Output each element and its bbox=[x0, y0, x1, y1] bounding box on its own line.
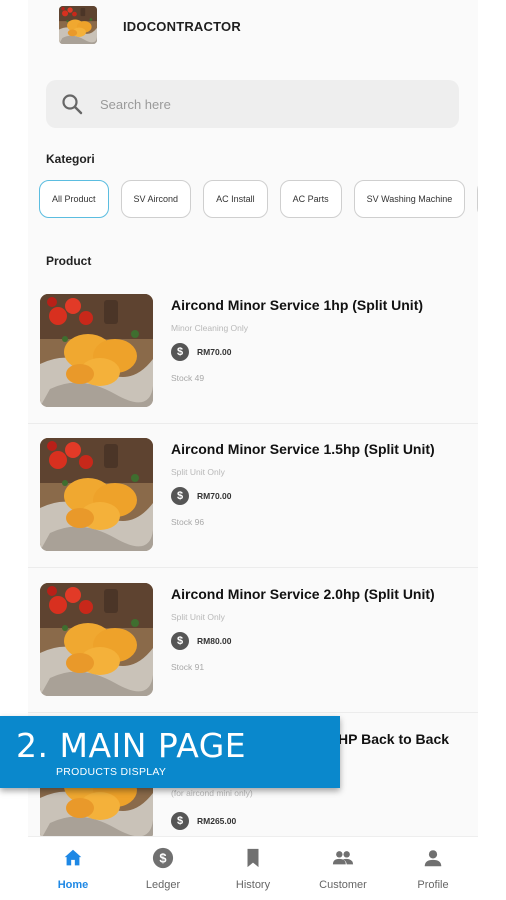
search-input[interactable] bbox=[100, 80, 440, 128]
svg-text:$: $ bbox=[159, 851, 166, 866]
category-chip-sv-washing-machine[interactable]: SV Washing Machine bbox=[353, 180, 466, 218]
product-stock: Stock 96 bbox=[171, 517, 205, 527]
product-price: RM80.00 bbox=[197, 636, 232, 646]
category-chip-ac-parts[interactable]: AC Parts bbox=[279, 180, 342, 218]
price-icon: $ bbox=[171, 487, 189, 505]
product-image bbox=[40, 583, 153, 696]
category-chip-all-product[interactable]: All Product bbox=[39, 180, 109, 218]
category-chip-more[interactable] bbox=[477, 180, 478, 218]
product-name: Aircond Minor Service 2.0hp (Split Unit) bbox=[171, 586, 435, 602]
product-stock: Stock 49 bbox=[171, 373, 205, 383]
nav-label-ledger: Ledger bbox=[145, 879, 181, 891]
nav-item-profile[interactable]: Profile bbox=[388, 837, 478, 900]
banner-subtitle: PRODUCTS DISPLAY bbox=[56, 766, 167, 778]
category-chips: All Product SV Aircond AC Install AC Par… bbox=[39, 180, 478, 220]
app-title: IDOCONTRACTOR bbox=[123, 19, 241, 34]
product-name: Aircond Minor Service 1.5hp (Split Unit) bbox=[171, 441, 435, 457]
banner-title: 2. MAIN PAGE bbox=[16, 726, 247, 765]
product-description: Minor Cleaning Only bbox=[171, 323, 249, 333]
search-bar[interactable] bbox=[46, 80, 459, 128]
price-icon: $ bbox=[171, 632, 189, 650]
categories-heading: Kategori bbox=[46, 152, 95, 166]
category-chip-sv-aircond[interactable]: SV Aircond bbox=[120, 180, 192, 218]
category-chip-ac-install[interactable]: AC Install bbox=[203, 180, 268, 218]
product-description: Split Unit Only bbox=[171, 612, 225, 622]
search-icon bbox=[62, 94, 83, 115]
products-heading: Product bbox=[46, 254, 92, 268]
nav-label-history: History bbox=[235, 879, 271, 891]
dollar-icon: $ bbox=[152, 847, 174, 869]
nav-label-customer: Customer bbox=[319, 879, 367, 891]
bookmark-icon bbox=[247, 848, 259, 868]
price-icon: $ bbox=[171, 812, 189, 830]
product-price: RM265.00 bbox=[197, 816, 237, 826]
app-logo bbox=[59, 6, 97, 44]
price-icon: $ bbox=[171, 343, 189, 361]
nav-item-customer[interactable]: Customer bbox=[298, 837, 388, 900]
nav-label-profile: Profile bbox=[417, 879, 449, 891]
main-page-banner: 2. MAIN PAGE PRODUCTS DISPLAY bbox=[0, 716, 340, 788]
product-card[interactable]: Aircond Minor Service 1hp (Split Unit) M… bbox=[28, 280, 478, 424]
product-image bbox=[40, 294, 153, 407]
person-icon bbox=[424, 850, 442, 867]
product-description: (for aircond mini only) bbox=[171, 788, 253, 798]
nav-item-home[interactable]: Home bbox=[28, 837, 118, 900]
product-price: RM70.00 bbox=[197, 491, 232, 501]
product-name: Aircond Minor Service 1hp (Split Unit) bbox=[171, 297, 424, 313]
product-card[interactable]: Aircond Minor Service 1.5hp (Split Unit)… bbox=[28, 424, 478, 568]
product-card[interactable]: Aircond Minor Service 2.0hp (Split Unit)… bbox=[28, 569, 478, 713]
product-price: RM70.00 bbox=[197, 347, 232, 357]
product-description: Split Unit Only bbox=[171, 467, 225, 477]
home-icon bbox=[64, 849, 82, 866]
product-stock: Stock 91 bbox=[171, 662, 205, 672]
product-name: HP Back to Back bbox=[338, 731, 450, 747]
bottom-navigation: Home $ Ledger History Customer Profile bbox=[28, 836, 478, 900]
nav-item-ledger[interactable]: $ Ledger bbox=[118, 837, 208, 900]
product-image bbox=[40, 438, 153, 551]
nav-label-home: Home bbox=[57, 879, 89, 891]
people-icon bbox=[332, 851, 354, 865]
nav-item-history[interactable]: History bbox=[208, 837, 298, 900]
app-header: IDOCONTRACTOR bbox=[28, 0, 478, 56]
